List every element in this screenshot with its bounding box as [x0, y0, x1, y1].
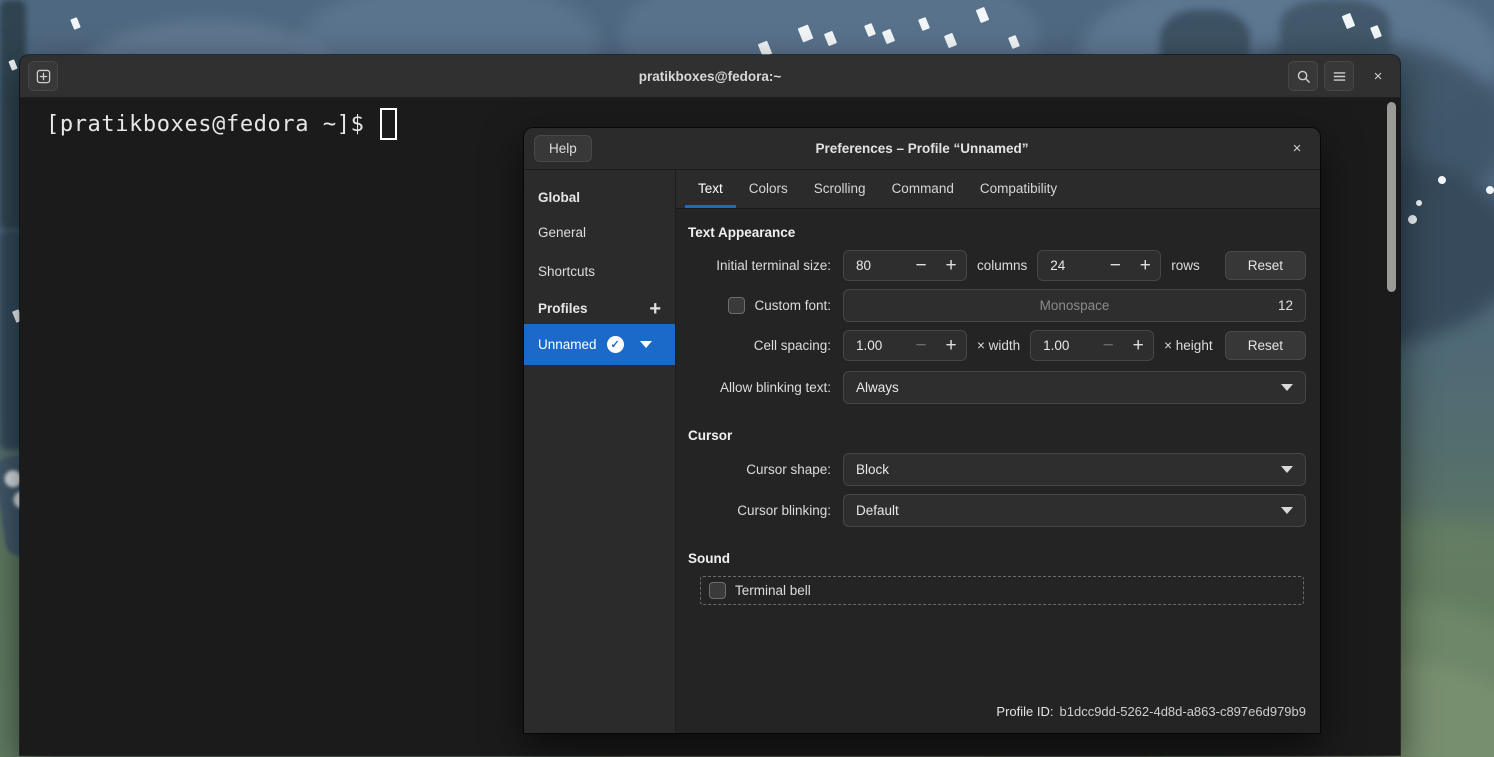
blinking-text-row: Allow blinking text: Always [688, 371, 1306, 404]
terminal-cursor [380, 108, 398, 140]
reset-cell-spacing-button[interactable]: Reset [1224, 331, 1306, 360]
preferences-tabs: Text Colors Scrolling Command Compatibil… [676, 170, 1320, 209]
close-icon[interactable]: × [1364, 62, 1392, 90]
cell-spacing-label: Cell spacing: [753, 338, 831, 353]
terminal-prompt-text: [pratikboxes@fedora ~]$ [46, 111, 365, 137]
rows-unit-label: rows [1171, 258, 1200, 273]
profile-id-value: b1dcc9dd-5262-4d8d-a863-c897e6d979b9 [1059, 704, 1307, 719]
sidebar-item-label: General [538, 225, 587, 240]
rows-value[interactable]: 24 [1038, 258, 1100, 273]
tab-compatibility[interactable]: Compatibility [967, 181, 1070, 208]
cell-width-value[interactable]: 1.00 [844, 338, 906, 353]
preferences-sidebar: Global General Shortcuts Profiles + Unna… [524, 170, 676, 733]
sidebar-header-global: Global [524, 180, 675, 213]
cell-width-decrement-button: − [915, 335, 927, 356]
tab-command[interactable]: Command [879, 181, 967, 208]
check-icon: ✓ [606, 336, 624, 353]
custom-font-label: Custom font: [754, 298, 831, 313]
cursor-blinking-dropdown[interactable]: Default [843, 494, 1306, 527]
cell-height-value[interactable]: 1.00 [1031, 338, 1093, 353]
rows-stepper[interactable]: 24 − + [1037, 250, 1162, 281]
reset-terminal-size-button[interactable]: Reset [1224, 251, 1306, 280]
cursor-shape-label: Cursor shape: [746, 462, 831, 477]
custom-font-label-group: Custom font: [688, 297, 843, 314]
font-name-value: Monospace [1039, 298, 1110, 313]
cell-height-increment-button[interactable]: + [1123, 331, 1153, 360]
terminal-bell-label: Terminal bell [735, 583, 811, 598]
wallpaper-star [70, 17, 81, 30]
columns-increment-button[interactable]: + [936, 251, 966, 280]
new-tab-icon[interactable] [28, 61, 58, 91]
preferences-title: Preferences – Profile “Unnamed” [815, 141, 1029, 156]
sidebar-item-general[interactable]: General [524, 213, 675, 252]
cursor-shape-row: Cursor shape: Block [688, 453, 1306, 486]
blinking-text-value: Always [856, 380, 899, 395]
blinking-text-label: Allow blinking text: [719, 380, 831, 395]
custom-font-row: Custom font: Monospace 12 [688, 289, 1306, 322]
font-chooser-button[interactable]: Monospace 12 [843, 289, 1306, 322]
profile-id: Profile ID: b1dcc9dd-5262-4d8d-a863-c897e… [996, 704, 1306, 719]
initial-terminal-size-row: Initial terminal size: 80 − + columns 24… [688, 250, 1306, 281]
add-profile-icon[interactable]: + [649, 299, 661, 319]
tab-colors[interactable]: Colors [736, 181, 801, 208]
terminal-scrollbar[interactable] [1387, 102, 1396, 292]
cursor-blinking-row: Cursor blinking: Default [688, 494, 1306, 527]
preferences-content: Text Colors Scrolling Command Compatibil… [676, 170, 1320, 733]
close-icon[interactable]: × [1284, 136, 1310, 162]
chevron-down-icon[interactable] [639, 341, 652, 348]
rows-decrement-button[interactable]: − [1100, 251, 1130, 280]
columns-stepper[interactable]: 80 − + [843, 250, 967, 281]
cell-width-unit-label: × width [977, 338, 1021, 353]
chevron-down-icon [1281, 466, 1293, 473]
text-tab-panel: Text Appearance Initial terminal size: 8… [676, 209, 1320, 733]
sidebar-item-profile-unnamed[interactable]: Unnamed ✓ [524, 324, 675, 365]
custom-font-checkbox[interactable] [728, 297, 746, 314]
titlebar-actions: × [1288, 61, 1392, 91]
section-title-sound: Sound [688, 551, 730, 566]
columns-value[interactable]: 80 [844, 258, 906, 273]
cell-width-stepper[interactable]: 1.00 − + [843, 330, 967, 361]
preferences-body: Global General Shortcuts Profiles + Unna… [524, 170, 1320, 733]
section-title-text-appearance: Text Appearance [688, 225, 796, 240]
cursor-shape-dropdown[interactable]: Block [843, 453, 1306, 486]
hamburger-menu-icon[interactable] [1324, 61, 1354, 91]
profile-id-label: Profile ID: [996, 704, 1054, 719]
terminal-bell-checkbox[interactable] [709, 582, 726, 599]
cell-spacing-row: Cell spacing: 1.00 − + × width 1.00 − + [688, 330, 1306, 361]
profile-name-label: Unnamed [538, 337, 597, 352]
terminal-title: pratikboxes@fedora:~ [638, 68, 782, 84]
preferences-header: Help Preferences – Profile “Unnamed” × [524, 128, 1320, 170]
rows-increment-button[interactable]: + [1130, 251, 1160, 280]
sidebar-item-shortcuts[interactable]: Shortcuts [524, 252, 675, 291]
font-size-value: 12 [1277, 298, 1293, 313]
columns-unit-label: columns [977, 258, 1028, 273]
sidebar-header-profiles: Profiles + [524, 291, 675, 324]
cursor-blinking-value: Default [856, 503, 899, 518]
blinking-text-dropdown[interactable]: Always [843, 371, 1306, 404]
sidebar-item-label: Shortcuts [538, 264, 596, 279]
terminal-titlebar: pratikboxes@fedora:~ × [20, 55, 1400, 98]
cursor-blinking-label: Cursor blinking: [737, 503, 831, 518]
tab-text[interactable]: Text [685, 181, 736, 208]
terminal-bell-row[interactable]: Terminal bell [700, 576, 1304, 605]
help-button[interactable]: Help [534, 135, 592, 162]
desktop-wallpaper: pratikboxes@fedora:~ × [pratikboxes@fedo… [0, 0, 1494, 757]
section-title-cursor: Cursor [688, 428, 733, 443]
cell-height-decrement-button: − [1102, 335, 1114, 356]
cell-height-stepper[interactable]: 1.00 − + [1030, 330, 1155, 361]
sidebar-header-profiles-label: Profiles [538, 301, 588, 316]
cursor-shape-value: Block [856, 462, 890, 477]
tab-scrolling[interactable]: Scrolling [801, 181, 879, 208]
initial-terminal-size-label: Initial terminal size: [716, 258, 831, 273]
sidebar-header-global-label: Global [538, 190, 581, 205]
search-icon[interactable] [1288, 61, 1318, 91]
columns-decrement-button[interactable]: − [906, 251, 936, 280]
chevron-down-icon [1281, 507, 1293, 514]
chevron-down-icon [1281, 384, 1293, 391]
cell-height-unit-label: × height [1164, 338, 1213, 353]
preferences-dialog: Help Preferences – Profile “Unnamed” × G… [524, 128, 1320, 733]
cell-width-increment-button[interactable]: + [936, 331, 966, 360]
